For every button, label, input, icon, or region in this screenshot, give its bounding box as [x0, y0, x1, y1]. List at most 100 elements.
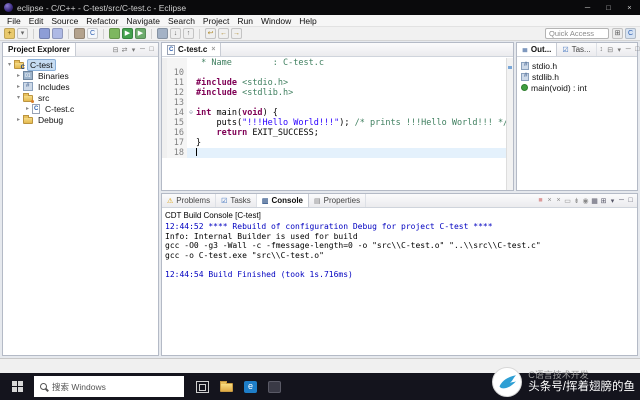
- overview-ruler[interactable]: [506, 58, 513, 190]
- maximize-icon[interactable]: □: [147, 44, 156, 56]
- tab-tas[interactable]: ☑ Tas...: [557, 43, 597, 56]
- collapse-all-icon[interactable]: ⊟: [606, 44, 615, 56]
- menu-search[interactable]: Search: [164, 16, 199, 26]
- pin-console-icon[interactable]: ◉: [581, 195, 590, 207]
- tree-item-src[interactable]: ▾ src: [3, 92, 158, 103]
- tab-properties[interactable]: ▤ Properties: [309, 194, 367, 207]
- clear-console-icon[interactable]: ▭: [563, 195, 572, 207]
- file-explorer-icon[interactable]: [220, 381, 233, 392]
- view-menu-icon[interactable]: ▾: [615, 44, 624, 56]
- code-line-13[interactable]: 13: [162, 98, 506, 108]
- menu-navigate[interactable]: Navigate: [122, 16, 164, 26]
- save-all-icon[interactable]: [52, 28, 63, 39]
- code-line-16[interactable]: 16 return EXIT_SUCCESS;: [162, 128, 506, 138]
- code-line-15[interactable]: 15 puts("!!!Hello World!!!"); /* prints …: [162, 118, 506, 128]
- window-minimize-button[interactable]: ─: [577, 0, 598, 15]
- code-editor[interactable]: * Name : C-test.c 10 11 #include <stdio.h> 1…: [162, 58, 506, 190]
- expander-icon[interactable]: ▾: [5, 61, 14, 68]
- outline-item-stdio-h[interactable]: stdio.h: [517, 60, 637, 71]
- includes-icon: [23, 82, 33, 91]
- search-icon[interactable]: [157, 28, 168, 39]
- app-icon-1[interactable]: [244, 380, 257, 393]
- tree-item-c-test-c[interactable]: ▸ C-test.c: [3, 103, 158, 114]
- close-tab-icon[interactable]: ×: [211, 46, 215, 53]
- fold-ruler: [187, 98, 195, 108]
- tab-console[interactable]: ▥ Console: [256, 194, 309, 207]
- maximize-icon[interactable]: □: [626, 195, 635, 207]
- expander-icon[interactable]: ▾: [14, 94, 23, 101]
- prev-annotation-icon[interactable]: ↑: [183, 28, 194, 39]
- tab-problems[interactable]: ⚠ Problems: [162, 194, 217, 207]
- tree-item-includes[interactable]: ▸ Includes: [3, 81, 158, 92]
- menu-window[interactable]: Window: [257, 16, 295, 26]
- console-output[interactable]: CDT Build Console [C-test] 12:44:52 ****…: [162, 209, 637, 355]
- window-close-button[interactable]: ×: [619, 0, 640, 15]
- remove-launch-icon[interactable]: ×: [545, 195, 554, 207]
- menu-edit[interactable]: Edit: [25, 16, 48, 26]
- menu-help[interactable]: Help: [295, 16, 320, 26]
- run-icon[interactable]: ▶: [122, 28, 133, 39]
- code-line-10[interactable]: 10: [162, 68, 506, 78]
- code-line-18[interactable]: 18: [162, 148, 506, 158]
- minimize-icon[interactable]: ─: [617, 195, 626, 207]
- save-icon[interactable]: [39, 28, 50, 39]
- code-line-14[interactable]: 14 ⊖ int main(void) {: [162, 108, 506, 118]
- tree-item-debug[interactable]: ▸ Debug: [3, 114, 158, 125]
- open-console-icon[interactable]: ⊞: [599, 195, 608, 207]
- tab-tasks[interactable]: ☑ Tasks: [216, 194, 257, 207]
- view-menu-icon[interactable]: ▾: [129, 44, 138, 56]
- new-dropdown-icon[interactable]: ▾: [17, 28, 28, 39]
- new-c-source-icon[interactable]: C: [87, 28, 98, 39]
- taskbar-search-box[interactable]: 搜索 Windows: [34, 376, 184, 397]
- tab-editor-c-test-c[interactable]: C-test.c ×: [162, 43, 222, 56]
- tab-out[interactable]: ≣ Out...: [517, 43, 558, 56]
- start-button[interactable]: [0, 373, 34, 400]
- build-icon[interactable]: [74, 28, 85, 39]
- maximize-icon[interactable]: □: [633, 44, 640, 56]
- code-line-17[interactable]: 17}: [162, 138, 506, 148]
- minimize-icon[interactable]: ─: [138, 44, 147, 56]
- code-line-12[interactable]: 12 #include <stdlib.h>: [162, 88, 506, 98]
- display-console-icon[interactable]: ▦: [590, 195, 599, 207]
- menu-refactor[interactable]: Refactor: [82, 16, 122, 26]
- new-wizard-icon[interactable]: +: [4, 28, 15, 39]
- fold-icon[interactable]: ⊖: [187, 108, 195, 118]
- tab-label: Tasks: [230, 196, 251, 205]
- expander-icon[interactable]: ▸: [14, 83, 23, 90]
- line-number: 10: [167, 68, 187, 78]
- last-edit-location-icon[interactable]: ↩: [205, 28, 216, 39]
- view-menu-icon[interactable]: ▾: [608, 195, 617, 207]
- expander-icon[interactable]: ▸: [23, 105, 32, 112]
- code-line[interactable]: * Name : C-test.c: [162, 58, 506, 68]
- outline-item-main-void-int[interactable]: main(void) : int: [517, 82, 637, 93]
- collapse-all-icon[interactable]: ⊟: [111, 44, 120, 56]
- menu-source[interactable]: Source: [47, 16, 82, 26]
- next-annotation-icon[interactable]: ↓: [170, 28, 181, 39]
- window-maximize-button[interactable]: □: [598, 0, 619, 15]
- scroll-lock-icon[interactable]: ⇟: [572, 195, 581, 207]
- sort-icon[interactable]: ↕: [597, 44, 606, 56]
- forward-icon[interactable]: →: [231, 28, 242, 39]
- link-with-editor-icon[interactable]: ⇄: [120, 44, 129, 56]
- tab-project-explorer[interactable]: Project Explorer: [3, 43, 76, 56]
- external-tools-icon[interactable]: ▶: [135, 28, 146, 39]
- menu-run[interactable]: Run: [233, 16, 257, 26]
- minimize-icon[interactable]: ─: [624, 44, 633, 56]
- app-icon-2[interactable]: [268, 380, 281, 393]
- expander-icon[interactable]: ▸: [14, 116, 23, 123]
- expander-icon[interactable]: ▸: [14, 72, 23, 79]
- tree-item-c-test[interactable]: ▾ C-test: [3, 58, 158, 71]
- debug-icon[interactable]: [109, 28, 120, 39]
- outline-item-stdlib-h[interactable]: stdlib.h: [517, 71, 637, 82]
- terminate-icon[interactable]: ■: [536, 195, 545, 207]
- code-line-11[interactable]: 11 #include <stdio.h>: [162, 78, 506, 88]
- remove-all-launches-icon[interactable]: ×: [554, 195, 563, 207]
- tree-item-binaries[interactable]: ▸ Binaries: [3, 70, 158, 81]
- quick-access-box[interactable]: Quick Access: [545, 28, 609, 39]
- menu-project[interactable]: Project: [199, 16, 233, 26]
- back-icon[interactable]: ←: [218, 28, 229, 39]
- task-view-icon[interactable]: [196, 380, 209, 393]
- cpp-perspective-icon[interactable]: C: [625, 28, 636, 39]
- open-perspective-icon[interactable]: ⊞: [612, 28, 623, 39]
- menu-file[interactable]: File: [3, 16, 25, 26]
